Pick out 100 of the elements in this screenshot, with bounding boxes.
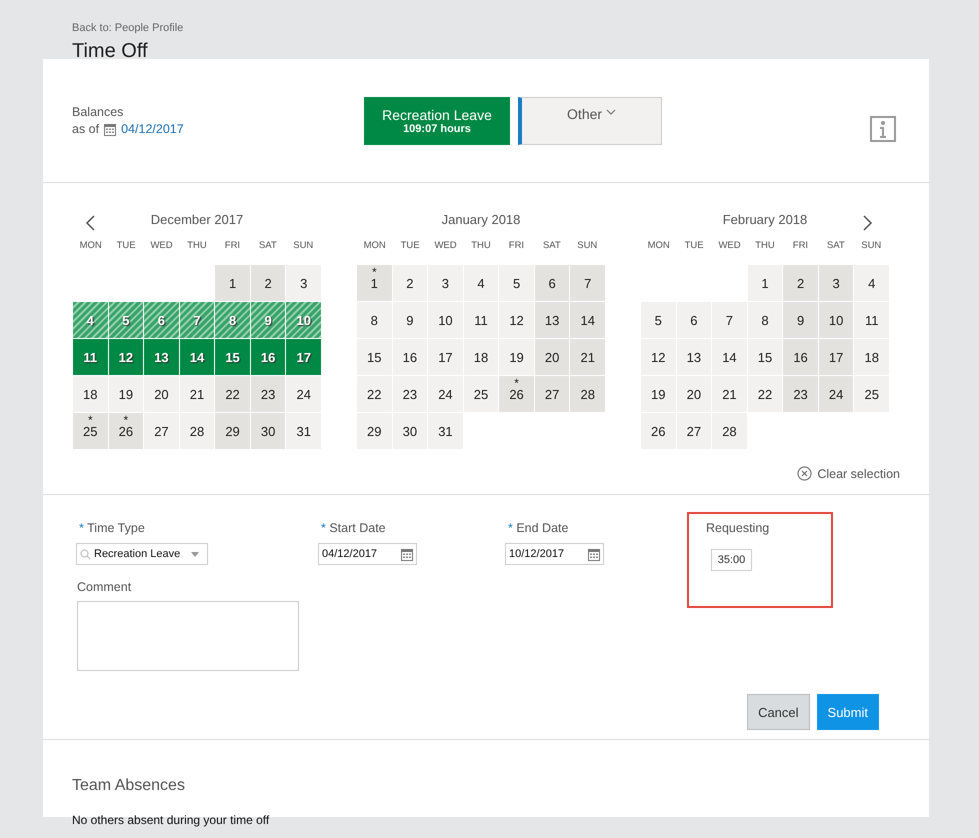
cancel-button[interactable]: Cancel xyxy=(747,694,810,730)
day-cell[interactable]: 20 xyxy=(676,376,712,412)
day-cell[interactable]: 17 xyxy=(428,339,463,375)
day-cell[interactable]: 8 xyxy=(748,302,782,338)
day-cell[interactable]: 13 xyxy=(534,302,570,338)
day-cell[interactable]: 5 xyxy=(641,302,676,338)
absence-message: No others absent during your time off xyxy=(72,813,270,827)
day-cell[interactable]: 26 xyxy=(641,413,676,449)
day-cell[interactable]: 21 xyxy=(570,339,605,375)
day-cell[interactable]: 2 xyxy=(250,265,286,301)
day-cell[interactable]: 2 xyxy=(392,265,428,301)
day-cell[interactable]: 14 xyxy=(570,302,605,338)
day-cell[interactable]: 25 xyxy=(464,376,498,412)
day-cell[interactable]: 23 xyxy=(250,376,286,412)
day-cell[interactable]: 19 xyxy=(108,376,144,412)
day-cell[interactable]: * 26 xyxy=(499,376,534,412)
day-cell[interactable]: 9 xyxy=(783,302,818,338)
info-icon[interactable] xyxy=(870,116,896,142)
day-cell[interactable]: 3 xyxy=(818,265,854,301)
day-cell[interactable]: 14 xyxy=(180,339,214,375)
weekday-label: THU xyxy=(471,240,491,251)
day-cell[interactable]: 20 xyxy=(144,376,179,412)
date-field[interactable]: 10/12/2017 xyxy=(505,543,604,565)
comment-field[interactable] xyxy=(77,601,299,671)
day-cell[interactable]: 15 xyxy=(357,339,392,375)
back-link[interactable]: Back to: People Profile xyxy=(72,22,184,34)
day-cell[interactable]: 10 xyxy=(818,302,854,338)
day-cell[interactable]: 24 xyxy=(818,376,854,412)
day-cell[interactable]: 3 xyxy=(428,265,463,301)
day-cell[interactable]: 17 xyxy=(818,339,854,375)
day-cell[interactable]: 1 xyxy=(748,265,782,301)
day-cell[interactable]: 24 xyxy=(286,376,321,412)
day-cell[interactable]: 8 xyxy=(357,302,392,338)
day-cell[interactable]: 19 xyxy=(499,339,534,375)
day-cell[interactable]: * 25 xyxy=(73,413,108,449)
day-cell[interactable]: 15 xyxy=(748,339,782,375)
day-cell[interactable]: 13 xyxy=(144,339,179,375)
day-cell[interactable]: 19 xyxy=(641,376,676,412)
day-cell[interactable]: 12 xyxy=(641,339,676,375)
day-cell[interactable]: 22 xyxy=(748,376,782,412)
balance-date[interactable]: 04/12/2017 xyxy=(121,120,184,138)
day-cell[interactable]: 27 xyxy=(144,413,179,449)
day-cell[interactable]: 7 xyxy=(712,302,747,338)
chevron-left-icon[interactable] xyxy=(85,215,95,231)
day-cell[interactable]: 27 xyxy=(676,413,712,449)
day-cell[interactable]: 6 xyxy=(676,302,712,338)
day-cell[interactable]: 29 xyxy=(357,413,392,449)
chevron-right-icon[interactable] xyxy=(863,215,873,231)
day-cell[interactable]: 18 xyxy=(854,339,889,375)
date-field[interactable]: 04/12/2017 xyxy=(318,543,417,565)
day-cell[interactable]: 11 xyxy=(854,302,889,338)
day-cell[interactable]: 11 xyxy=(464,302,498,338)
day-cell[interactable]: 17 xyxy=(286,339,321,375)
day-cell[interactable]: 18 xyxy=(73,376,108,412)
day-cell[interactable]: 22 xyxy=(215,376,250,412)
day-cell[interactable]: 24 xyxy=(428,376,463,412)
day-cell[interactable]: 28 xyxy=(180,413,214,449)
day-cell[interactable]: 10 xyxy=(428,302,463,338)
day-cell[interactable]: 15 xyxy=(215,339,250,375)
day-cell[interactable]: 16 xyxy=(250,339,286,375)
day-cell[interactable]: 25 xyxy=(854,376,889,412)
day-cell[interactable]: 22 xyxy=(357,376,392,412)
day-cell[interactable]: 31 xyxy=(428,413,463,449)
day-cell[interactable]: 2 xyxy=(783,265,818,301)
day-cell[interactable]: 4 xyxy=(854,265,889,301)
day-cell[interactable]: 1 xyxy=(215,265,250,301)
day-cell[interactable]: * 26 xyxy=(108,413,144,449)
day-cell[interactable]: 11 xyxy=(73,339,108,375)
leave-type-tab[interactable]: Other xyxy=(518,96,662,144)
day-cell[interactable]: 20 xyxy=(534,339,570,375)
weekday-label: SAT xyxy=(258,240,277,251)
day-cell[interactable]: 21 xyxy=(180,376,214,412)
day-cell[interactable]: 23 xyxy=(392,376,428,412)
day-cell[interactable]: 30 xyxy=(392,413,428,449)
day-cell[interactable]: 12 xyxy=(499,302,534,338)
day-cell[interactable]: 29 xyxy=(215,413,250,449)
day-cell[interactable]: 28 xyxy=(712,413,747,449)
day-cell[interactable]: 7 xyxy=(570,265,605,301)
day-cell[interactable]: 31 xyxy=(286,413,321,449)
day-cell[interactable]: 13 xyxy=(676,339,712,375)
day-cell[interactable]: 27 xyxy=(534,376,570,412)
day-cell[interactable]: 9 xyxy=(392,302,428,338)
day-cell[interactable]: 28 xyxy=(570,376,605,412)
day-cell[interactable]: 3 xyxy=(286,265,321,301)
day-cell[interactable]: * 1 xyxy=(357,265,392,301)
leave-type-tab[interactable]: Recreation Leave 109:07 hours xyxy=(364,96,510,144)
day-cell[interactable]: 16 xyxy=(392,339,428,375)
requesting-hours-field[interactable]: 35:00 xyxy=(711,549,752,571)
day-cell[interactable]: 5 xyxy=(499,265,534,301)
clear-selection-link[interactable]: Clear selection xyxy=(797,466,900,481)
day-cell[interactable]: 30 xyxy=(250,413,286,449)
time-type-dropdown[interactable]: Recreation Leave xyxy=(76,543,208,565)
day-cell[interactable]: 16 xyxy=(783,339,818,375)
day-cell[interactable]: 18 xyxy=(464,339,498,375)
day-cell[interactable]: 21 xyxy=(712,376,747,412)
day-cell[interactable]: 23 xyxy=(783,376,818,412)
day-cell[interactable]: 12 xyxy=(108,339,144,375)
day-cell[interactable]: 14 xyxy=(712,339,747,375)
day-cell[interactable]: 6 xyxy=(534,265,570,301)
day-cell[interactable]: 4 xyxy=(464,265,498,301)
